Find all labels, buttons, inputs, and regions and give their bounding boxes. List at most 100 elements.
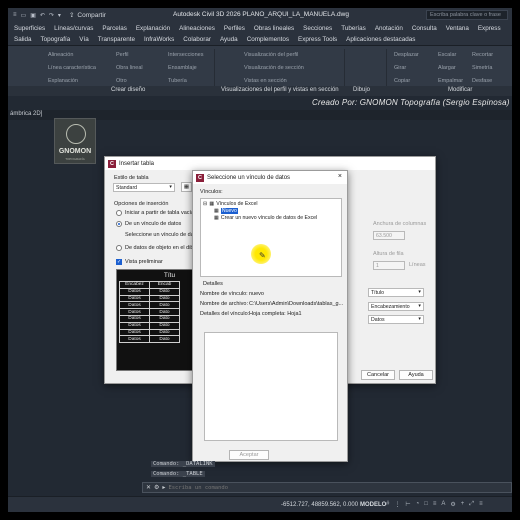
snap-icon[interactable]: ⋮	[394, 501, 400, 508]
tab-express[interactable]: Express	[478, 25, 501, 32]
tab-complementos[interactable]: Complementos	[247, 36, 289, 43]
ribbon-simetria[interactable]: Simetría	[472, 65, 492, 71]
save-icon[interactable]: ▣	[30, 12, 36, 19]
ribbon-escalar[interactable]: Escalar	[438, 52, 456, 58]
table-style-select[interactable]: Standard ▾	[113, 183, 175, 192]
close-icon[interactable]: ✕	[146, 484, 151, 491]
plus-icon[interactable]: +	[461, 501, 465, 508]
tab-topografia[interactable]: Topografía	[41, 36, 71, 43]
tab-via[interactable]: Vía	[79, 36, 88, 43]
ribbon-alineacion[interactable]: Alineación	[48, 52, 73, 58]
ortho-icon[interactable]: ⊢	[405, 501, 410, 508]
help-button[interactable]: Ayuda	[399, 370, 433, 380]
tab-alineaciones[interactable]: Alineaciones	[179, 25, 215, 32]
tab-ayuda[interactable]: Ayuda	[220, 36, 238, 43]
link-detail-value: Hoja completa: Hoja1	[249, 311, 302, 317]
tab-lineas-curvas[interactable]: Líneas/curvas	[54, 25, 93, 32]
tree-item-new[interactable]: ▦ Nuevo	[214, 208, 238, 214]
redo-icon[interactable]: ↷	[49, 12, 54, 19]
tab-superficies[interactable]: Superficies	[14, 25, 45, 32]
cancel-button[interactable]: Cancelar	[361, 370, 395, 380]
accept-button[interactable]: Aceptar	[229, 450, 269, 460]
chevron-down-icon: ▾	[169, 184, 172, 190]
share-button[interactable]: ⇪ Compartir	[69, 11, 106, 20]
panel-title-dibujo[interactable]: Dibujo	[353, 87, 370, 93]
ribbon-ensamblaje[interactable]: Ensamblaje	[168, 65, 197, 71]
ribbon-obra-lineal[interactable]: Obra lineal	[116, 65, 143, 71]
tab-perfiles[interactable]: Perfiles	[224, 25, 245, 32]
tab-tuberias[interactable]: Tuberías	[341, 25, 366, 32]
undo-icon[interactable]: ↶	[40, 12, 45, 19]
links-label: Vínculos:	[200, 189, 223, 195]
preview-checkbox[interactable]: ✓	[116, 259, 122, 265]
ribbon-separator	[344, 49, 345, 87]
ribbon-explanacion[interactable]: Explanación	[48, 78, 78, 84]
tree-item-label: Vínculos de Excel	[216, 201, 258, 207]
tab-infraworks[interactable]: InfraWorks	[144, 36, 174, 43]
column-width-input[interactable]: 63.500	[373, 231, 405, 240]
customize-icon[interactable]: ⚙	[154, 484, 159, 491]
ribbon-desplazar[interactable]: Desplazar	[394, 52, 419, 58]
radio-data-link[interactable]	[116, 221, 122, 227]
open-icon[interactable]: ▭	[21, 12, 27, 19]
menu-icon[interactable]: ≡	[13, 12, 17, 19]
tab-express-tools[interactable]: Express Tools	[298, 36, 337, 43]
osnap-icon[interactable]: □	[424, 501, 428, 508]
fullscreen-icon[interactable]: ⤢	[469, 501, 474, 508]
cursor-coordinates[interactable]: -6512.727, 48859.562, 0.000	[281, 502, 358, 508]
search-input[interactable]: Escriba palabra clave o frase	[426, 10, 508, 20]
ribbon-vistas-seccion[interactable]: Vistas en sección	[244, 78, 287, 84]
command-input[interactable]	[168, 484, 369, 491]
ribbon-alargar[interactable]: Alargar	[438, 65, 456, 71]
ribbon-visualizacion-perfil[interactable]: Visualización del perfil	[244, 52, 298, 58]
ribbon-desfase[interactable]: Desfase	[472, 78, 492, 84]
chevron-down-icon: ▾	[418, 289, 421, 295]
close-icon[interactable]: ×	[338, 173, 342, 180]
ribbon-intersecciones[interactable]: Intersecciones	[168, 52, 203, 58]
model-space-toggle[interactable]: MODELO	[360, 502, 386, 508]
other-rows-style-select[interactable]: Datos ▾	[368, 315, 424, 324]
panel-title-modificar[interactable]: Modificar	[448, 87, 472, 93]
tab-consulta[interactable]: Consulta	[412, 25, 437, 32]
lineweight-icon[interactable]: ≡	[433, 501, 437, 508]
ribbon-empalmar[interactable]: Empalmar	[438, 78, 463, 84]
workspace-gear-icon[interactable]: ⚙	[450, 501, 455, 508]
ribbon-perfil[interactable]: Perfil	[116, 52, 129, 58]
radio-empty-table[interactable]	[116, 210, 122, 216]
excel-table-icon: ▦	[209, 201, 215, 207]
tab-transparente[interactable]: Transparente	[98, 36, 135, 43]
panel-title-visualizaciones[interactable]: Visualizaciones del perfil y vistas en s…	[221, 87, 339, 93]
panel-title-crear-diseno[interactable]: Crear diseño	[111, 87, 145, 93]
tab-anotacion[interactable]: Anotación	[375, 25, 403, 32]
dropdown-icon[interactable]: ▾	[58, 12, 61, 19]
viewport-label[interactable]: ámbrica 2D]	[10, 111, 42, 117]
tab-colaborar[interactable]: Colaborar	[183, 36, 211, 43]
tab-ventana[interactable]: Ventana	[446, 25, 469, 32]
ribbon-girar[interactable]: Girar	[394, 65, 406, 71]
customize-menu-icon[interactable]: ≡	[479, 501, 483, 508]
table-style-dialog-button[interactable]: ▦	[181, 182, 192, 192]
ribbon-tuberia[interactable]: Tubería	[168, 78, 187, 84]
annotation-scale-icon[interactable]: A	[441, 501, 445, 508]
ribbon-otro[interactable]: Otro	[116, 78, 127, 84]
ribbon-linea-caracteristica[interactable]: Línea característica	[48, 65, 96, 71]
tab-secciones[interactable]: Secciones	[303, 25, 332, 32]
tab-obras-lineales[interactable]: Obras lineales	[254, 25, 294, 32]
polar-icon[interactable]: ◔	[416, 501, 420, 508]
tab-explanacion[interactable]: Explanación	[136, 25, 170, 32]
row-height-input[interactable]: 1	[373, 261, 405, 270]
first-row-style-select[interactable]: Título ▾	[368, 288, 424, 297]
radio-object-data[interactable]	[116, 245, 122, 251]
file-name-value: C:\Users\Admin\Downloads\tablas_g...	[249, 301, 344, 307]
ribbon-copiar[interactable]: Copiar	[394, 78, 410, 84]
ribbon-visualizacion-seccion[interactable]: Visualización de sección	[244, 65, 304, 71]
collapse-icon[interactable]: ⊟	[203, 201, 207, 207]
second-row-style-select[interactable]: Encabezamiento ▾	[368, 302, 424, 311]
tree-item-excel-links[interactable]: ⊟ ▦ Vínculos de Excel	[203, 201, 258, 207]
tab-parcelas[interactable]: Parcelas	[102, 25, 127, 32]
grid-icon[interactable]: #	[386, 501, 389, 508]
ribbon-recortar[interactable]: Recortar	[472, 52, 493, 58]
tree-item-create-link[interactable]: ▦ Crear un nuevo vínculo de datos de Exc…	[214, 215, 317, 221]
tab-aplicaciones-destacadas[interactable]: Aplicaciones destacadas	[346, 36, 415, 43]
tab-salida[interactable]: Salida	[14, 36, 32, 43]
